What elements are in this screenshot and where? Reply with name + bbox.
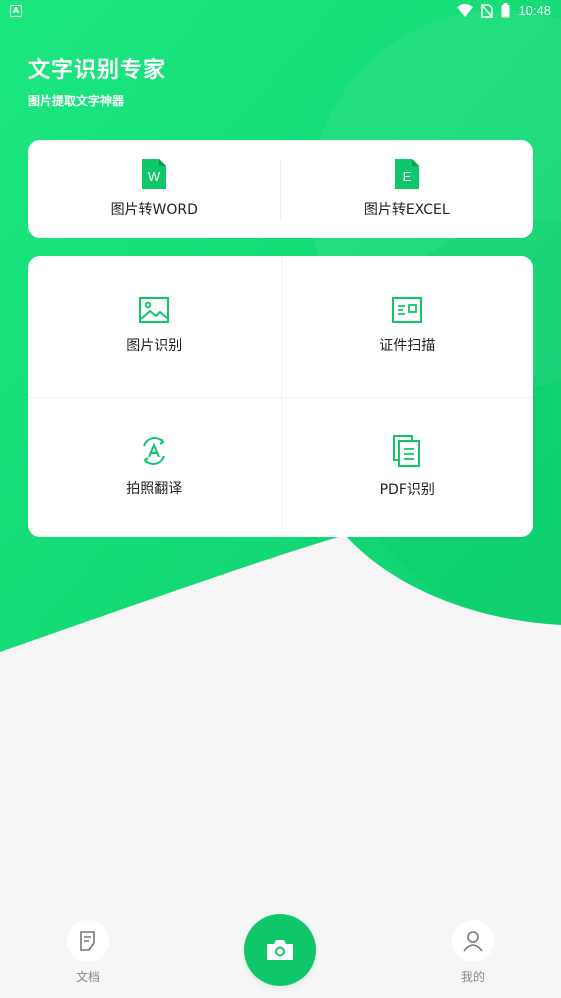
image-to-word-label: 图片转WORD [110,202,198,218]
conversion-card: W 图片转WORD E 图片转EXCEL [28,140,533,238]
word-file-icon: W [142,159,167,189]
app-title: 文字识别专家 [28,58,167,83]
camera-icon [267,940,293,960]
no-sim-icon [481,3,494,18]
battery-icon [501,3,510,18]
id-scan-label: 证件扫描 [379,338,436,355]
photo-translate-label: 拍照翻译 [126,481,183,498]
app-subtitle: 图片提取文字神器 [28,94,125,108]
svg-text:W: W [148,169,161,184]
image-recognition-label: 图片识别 [126,338,183,355]
image-to-excel-button[interactable]: E 图片转EXCEL [281,140,534,238]
bottom-nav: 文档 我的 [0,900,561,998]
pdf-recognition-label: PDF识别 [379,482,435,499]
notification-icon: A [10,5,22,17]
id-card-icon [392,297,423,324]
pdf-document-icon [393,435,421,468]
image-icon [139,297,170,324]
nav-mine-label: 我的 [460,970,485,984]
photo-translate-button[interactable]: 拍照翻译 [28,396,281,538]
id-scan-button[interactable]: 证件扫描 [280,256,534,397]
excel-file-icon: E [394,159,419,189]
image-to-excel-label: 图片转EXCEL [363,202,450,218]
wifi-icon [457,3,474,17]
document-icon [80,931,95,951]
pdf-recognition-button[interactable]: PDF识别 [280,396,533,537]
translate-icon [143,437,166,466]
status-time: 10:48 [518,3,551,18]
header: 文字识别专家 图片提取文字神器 [28,52,166,109]
camera-button[interactable] [244,914,316,986]
nav-mine[interactable]: 我的 [443,920,503,985]
svg-text:E: E [402,169,411,184]
user-icon [463,931,483,952]
image-recognition-button[interactable]: 图片识别 [28,256,281,397]
tools-grid-card: 图片识别 证件扫描 拍照翻译 PDF识别 [28,256,533,537]
image-to-word-button[interactable]: W 图片转WORD [28,140,281,238]
status-bar: A 10:48 [0,0,561,24]
nav-documents-label: 文档 [75,970,100,984]
nav-documents[interactable]: 文档 [58,920,118,985]
